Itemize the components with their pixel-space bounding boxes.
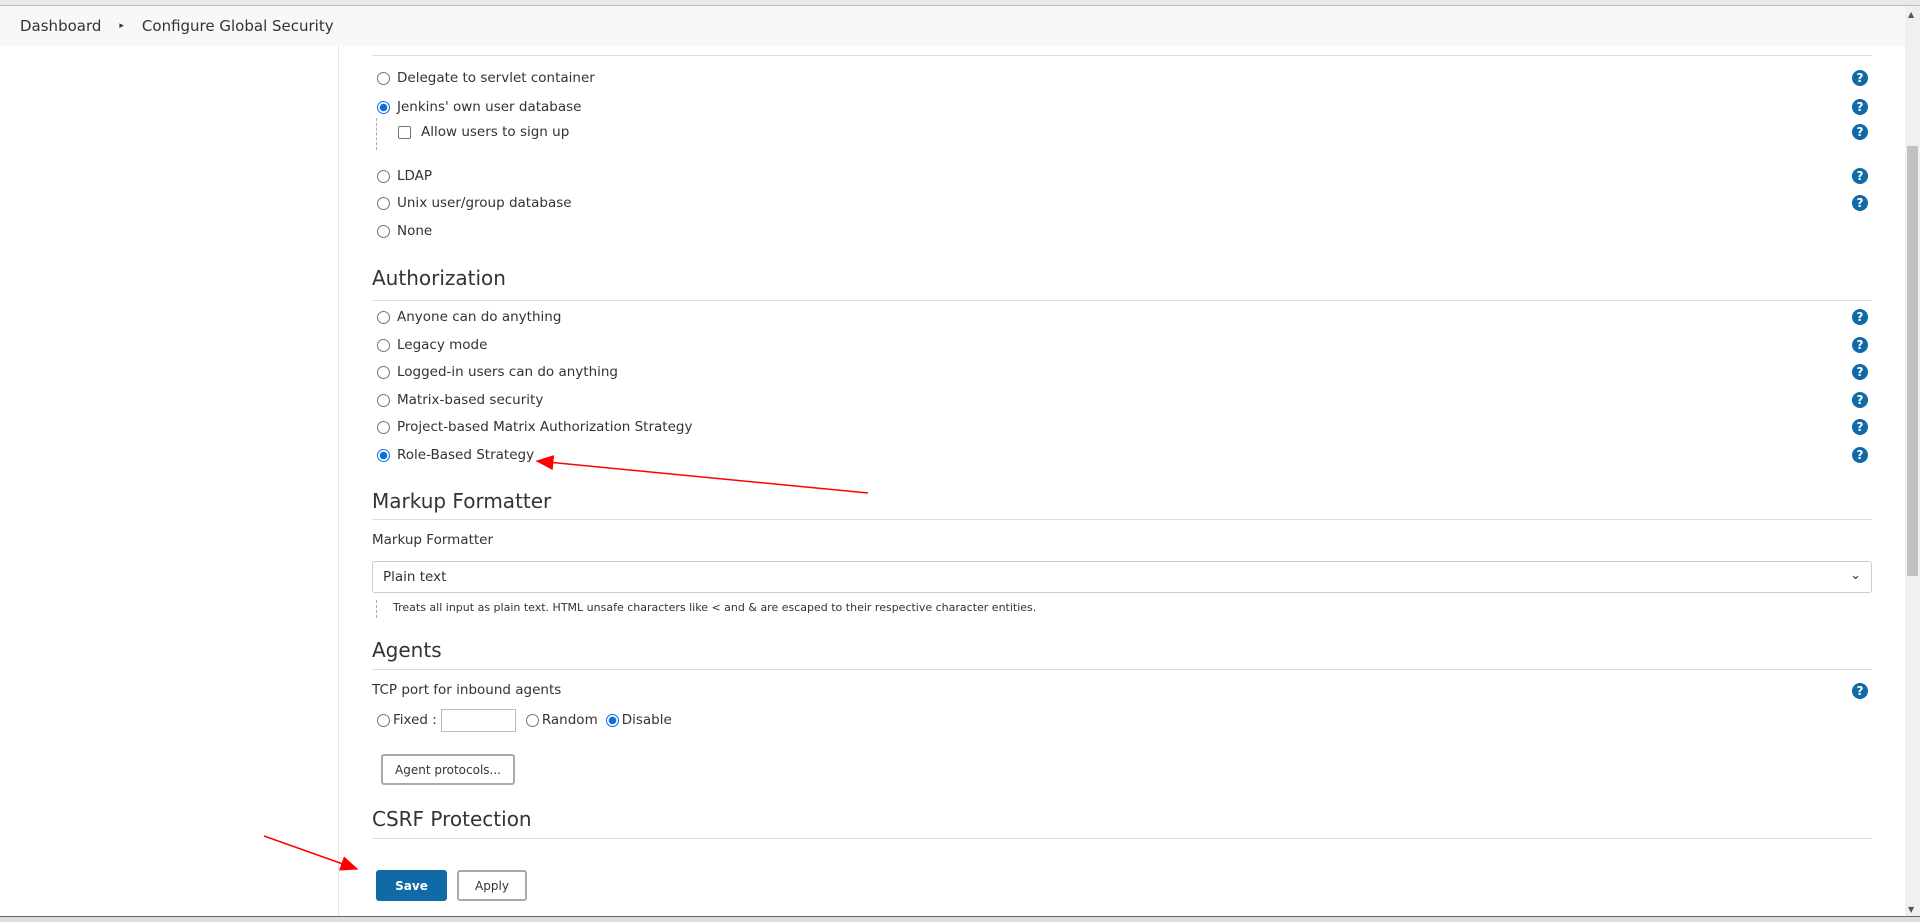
scroll-up-icon[interactable]: ▲ <box>1908 10 1914 19</box>
scrollbar[interactable]: ▲ ▼ <box>1905 6 1920 916</box>
arrow-to-save <box>263 835 359 871</box>
annotation-arrows <box>263 455 869 871</box>
arrow-to-role-based <box>535 455 869 494</box>
scroll-down-icon[interactable]: ▼ <box>1908 905 1914 914</box>
bottom-taskbar <box>0 916 1920 922</box>
scrollbar-thumb[interactable] <box>1907 146 1918 576</box>
